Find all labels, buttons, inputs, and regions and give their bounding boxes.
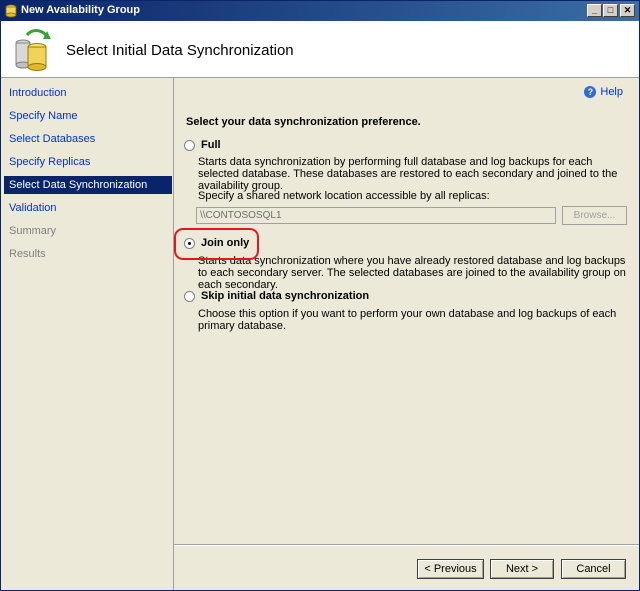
cancel-button[interactable]: Cancel (561, 559, 626, 579)
help-link[interactable]: ? Help (584, 86, 623, 99)
skip-radio[interactable] (184, 290, 195, 302)
skip-description: Choose this option if you want to perfor… (198, 308, 617, 332)
join-only-description: Starts data synchronization where you ha… (198, 255, 626, 291)
browse-button[interactable]: Browse... (562, 206, 627, 225)
full-description: Starts data synchronization by performin… (198, 156, 618, 192)
app-icon (5, 4, 17, 18)
content-pane: ? Help Select your data synchronization p… (174, 78, 639, 590)
page-title: Select Initial Data Synchronization (66, 42, 294, 59)
footer-divider (174, 544, 639, 546)
full-radio[interactable] (184, 139, 195, 151)
nav-item-introduction[interactable]: Introduction (4, 84, 172, 102)
nav-item-results: Results (9, 248, 46, 260)
share-location-label: Specify a shared network location access… (198, 190, 490, 202)
wizard-window: New Availability Group _ □ ✕ Select Init… (0, 0, 640, 591)
page-header: Select Initial Data Synchronization (1, 21, 639, 78)
nav-item-summary: Summary (9, 225, 57, 237)
wizard-nav: Introduction Specify Name Select Databas… (1, 78, 174, 590)
nav-item-specify-name[interactable]: Specify Name (4, 107, 172, 125)
maximize-button[interactable]: □ (603, 4, 618, 17)
nav-item-select-data-synchronization[interactable]: Select Data Synchronization (4, 176, 172, 194)
minimize-button[interactable]: _ (587, 4, 602, 17)
window-title: New Availability Group (21, 4, 140, 16)
database-sync-icon (15, 29, 51, 71)
share-location-input[interactable] (196, 207, 556, 224)
nav-item-validation[interactable]: Validation (4, 199, 172, 217)
close-button[interactable]: ✕ (620, 4, 635, 17)
previous-button[interactable]: < Previous (417, 559, 484, 579)
option-full[interactable]: Full (184, 139, 221, 151)
sync-preference-prompt: Select your data synchronization prefere… (186, 116, 421, 128)
full-radio-label[interactable]: Full (201, 139, 221, 151)
next-button[interactable]: Next > (490, 559, 554, 579)
help-icon: ? (584, 86, 597, 99)
nav-item-select-databases[interactable]: Select Databases (4, 130, 172, 148)
help-label: Help (600, 86, 623, 98)
join-only-highlight-annotation (174, 228, 259, 260)
option-skip[interactable]: Skip initial data synchronization (184, 290, 369, 302)
skip-radio-label[interactable]: Skip initial data synchronization (201, 290, 369, 302)
nav-item-specify-replicas[interactable]: Specify Replicas (4, 153, 172, 171)
title-bar[interactable]: New Availability Group _ □ ✕ (1, 1, 639, 21)
